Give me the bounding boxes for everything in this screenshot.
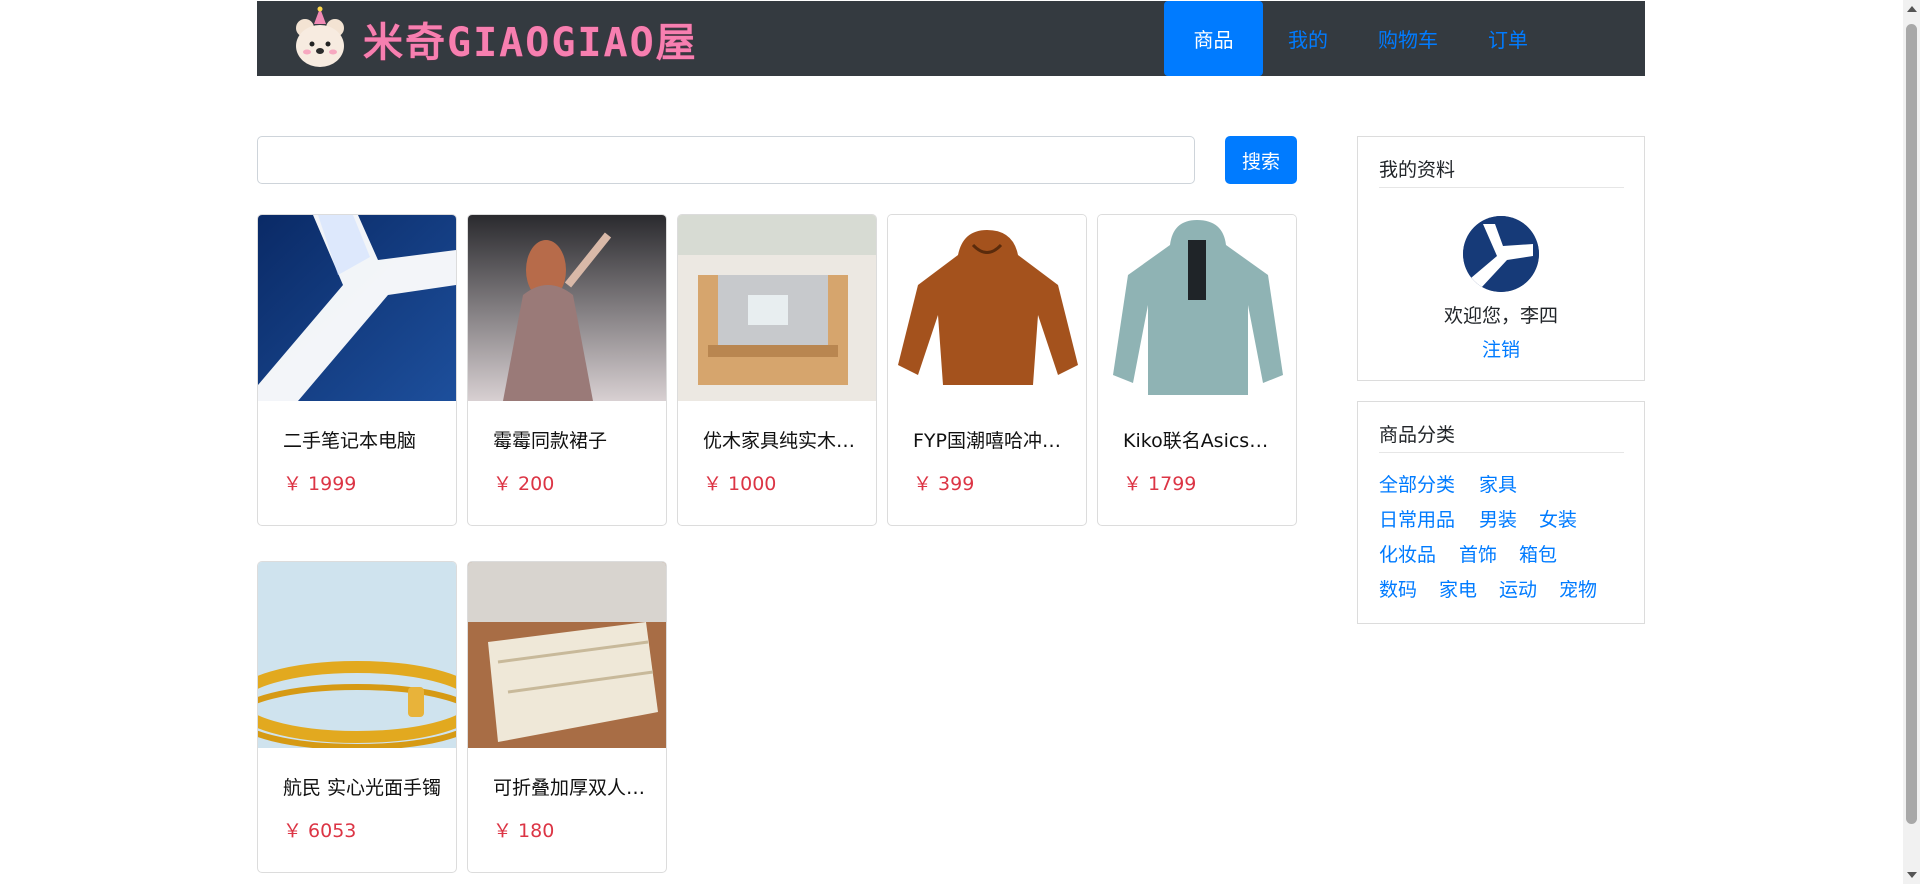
logout-link[interactable]: 注销 — [1358, 335, 1644, 362]
brand[interactable]: 米奇GIAOGIAO屋 — [287, 1, 698, 76]
bear-logo-icon — [287, 6, 353, 72]
product-card[interactable]: 可折叠加厚双人床垫 ￥ 180 — [467, 561, 667, 873]
product-price: ￥ 1799 — [1123, 473, 1197, 495]
product-card[interactable]: 二手笔记本电脑 ￥ 1999 — [257, 214, 457, 526]
product-card[interactable]: Kiko联名Asics冲锋衣 ￥ 1799 — [1097, 214, 1297, 526]
category-link-daily[interactable]: 日常用品 — [1379, 505, 1455, 532]
product-price: ￥ 6053 — [283, 820, 357, 842]
nav-item-mine[interactable]: 我的 — [1263, 1, 1353, 76]
product-price: ￥ 399 — [913, 473, 975, 495]
product-price: ￥ 180 — [493, 820, 555, 842]
category-link-furniture[interactable]: 家具 — [1479, 470, 1517, 497]
product-image[interactable] — [468, 562, 666, 748]
category-link-bags[interactable]: 箱包 — [1519, 540, 1557, 567]
category-link-digital[interactable]: 数码 — [1379, 575, 1417, 602]
search-button[interactable]: 搜索 — [1225, 136, 1297, 184]
product-title[interactable]: 可折叠加厚双人床垫 — [493, 773, 653, 800]
scrollbar-thumb[interactable] — [1906, 24, 1917, 824]
product-image[interactable] — [258, 562, 456, 748]
category-link-appliances[interactable]: 家电 — [1439, 575, 1477, 602]
avatar — [1463, 216, 1539, 292]
product-price: ￥ 200 — [493, 473, 555, 495]
category-link-all[interactable]: 全部分类 — [1379, 470, 1455, 497]
nav-menu: 商品 我的 购物车 订单 — [1164, 1, 1553, 76]
nav-item-cart[interactable]: 购物车 — [1353, 1, 1463, 76]
product-image[interactable] — [468, 215, 666, 401]
product-card[interactable]: 霉霉同款裙子 ￥ 200 — [467, 214, 667, 526]
nav-item-orders[interactable]: 订单 — [1463, 1, 1553, 76]
category-link-pets[interactable]: 宠物 — [1559, 575, 1597, 602]
nav-item-products[interactable]: 商品 — [1164, 1, 1263, 76]
product-title[interactable]: FYP国潮嘻哈冲锋衣 — [913, 426, 1073, 453]
profile-panel: 我的资料 欢迎您，李四 注销 — [1357, 136, 1645, 381]
product-price: ￥ 1999 — [283, 473, 357, 495]
product-image[interactable] — [678, 215, 876, 401]
profile-panel-title: 我的资料 — [1379, 159, 1456, 181]
top-navbar: 米奇GIAOGIAO屋 商品 我的 购物车 订单 — [257, 1, 1645, 76]
category-link-sports[interactable]: 运动 — [1499, 575, 1537, 602]
product-image[interactable] — [258, 215, 456, 401]
welcome-text: 欢迎您，李四 — [1443, 305, 1558, 327]
product-title[interactable]: 优木家具纯实木沙发 — [703, 426, 863, 453]
category-link-womenswear[interactable]: 女装 — [1539, 505, 1577, 532]
product-card[interactable]: 优木家具纯实木沙发 ￥ 1000 — [677, 214, 877, 526]
scroll-down-icon[interactable] — [1907, 872, 1917, 878]
divider — [1379, 187, 1624, 188]
product-title[interactable]: 航民 实心光面手镯 — [283, 773, 443, 800]
category-link-menswear[interactable]: 男装 — [1479, 505, 1517, 532]
category-panel: 商品分类 全部分类 家具 日常用品 男装 女装 化妆品 首饰 箱包 数码 家电 … — [1357, 401, 1645, 624]
search-input[interactable] — [257, 136, 1195, 184]
product-price: ￥ 1000 — [703, 473, 777, 495]
product-title[interactable]: 霉霉同款裙子 — [493, 426, 653, 453]
divider — [1379, 452, 1624, 453]
category-panel-title: 商品分类 — [1379, 424, 1456, 446]
category-link-cosmetics[interactable]: 化妆品 — [1379, 540, 1436, 567]
product-title[interactable]: 二手笔记本电脑 — [283, 426, 443, 453]
product-image[interactable] — [888, 215, 1086, 401]
brand-name: 米奇GIAOGIAO屋 — [363, 19, 698, 66]
product-card[interactable]: 航民 实心光面手镯 ￥ 6053 — [257, 561, 457, 873]
scroll-up-icon[interactable] — [1907, 6, 1917, 12]
product-card[interactable]: FYP国潮嘻哈冲锋衣 ￥ 399 — [887, 214, 1087, 526]
product-image[interactable] — [1098, 215, 1296, 401]
category-link-jewelry[interactable]: 首饰 — [1459, 540, 1497, 567]
product-title[interactable]: Kiko联名Asics冲锋衣 — [1123, 426, 1283, 453]
